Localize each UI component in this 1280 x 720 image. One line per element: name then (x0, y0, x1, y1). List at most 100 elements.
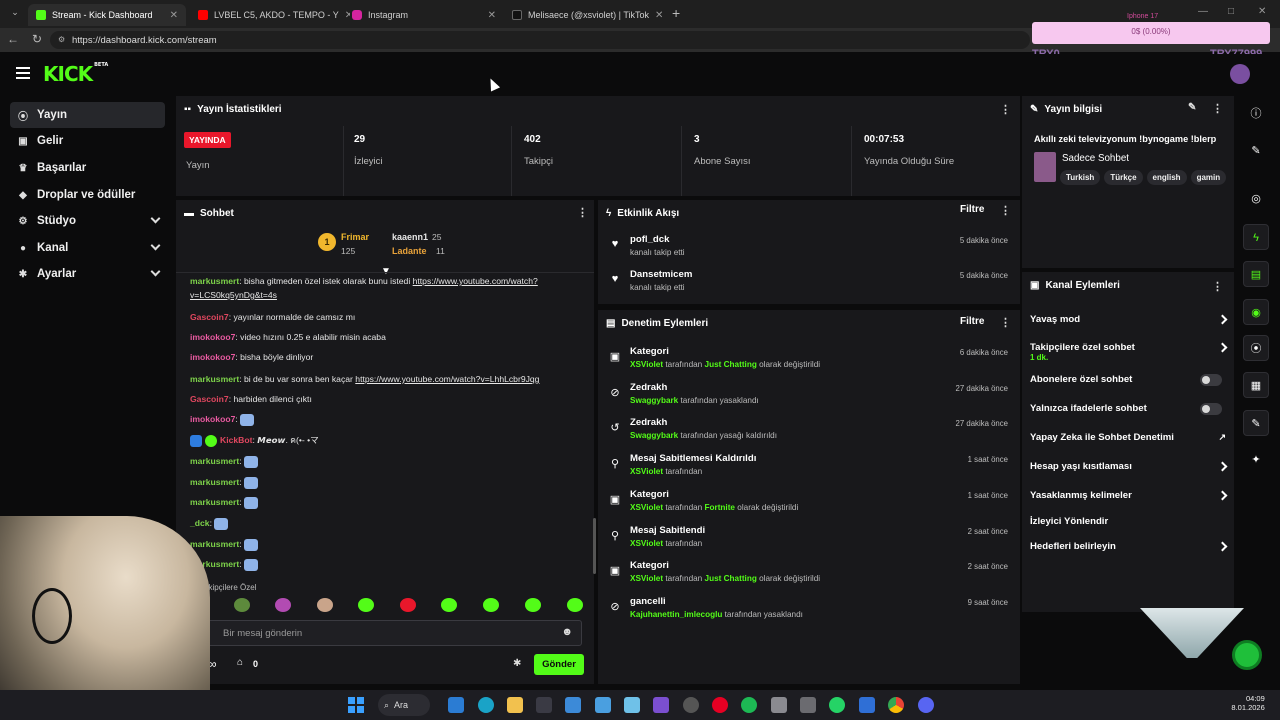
emote-button[interactable] (483, 598, 499, 612)
emote-button[interactable] (275, 598, 291, 612)
tab-instagram[interactable]: Instagram ✕ (344, 4, 504, 26)
moderation-actor[interactable]: Swaggybark (630, 396, 678, 405)
chat-username[interactable]: imokokoo7 (190, 332, 235, 342)
edge-icon[interactable] (478, 697, 494, 713)
tag[interactable]: gamin (1190, 170, 1227, 185)
whatsapp-icon[interactable] (829, 697, 845, 713)
activity-user[interactable]: Dansetmicem (630, 269, 692, 280)
windows-start-icon[interactable] (348, 697, 364, 713)
emote-button[interactable] (525, 598, 541, 612)
info-icon[interactable]: ⓘ (1243, 101, 1269, 127)
tab-tiktok[interactable]: Melisaece (@xsviolet) | TikTok ✕ (504, 4, 664, 26)
back-icon[interactable]: ← (2, 32, 24, 46)
chat-username[interactable]: KickBot (220, 435, 252, 445)
chat-username[interactable]: markusmert (190, 456, 239, 466)
chat-username[interactable]: _dck (190, 518, 210, 528)
channel-action-item[interactable]: İzleyici Yönlendir (1030, 516, 1226, 534)
obs-icon[interactable] (683, 697, 699, 713)
tag[interactable]: Türkçe (1104, 170, 1143, 185)
avatar[interactable] (1230, 64, 1250, 84)
pinterest-icon[interactable] (712, 697, 728, 713)
send-button[interactable]: Gönder (534, 654, 584, 675)
chat-link[interactable]: https://www.youtube.com/watch?v=LhhLcbr9… (355, 374, 539, 384)
tab-list-icon[interactable]: ⌄ (4, 7, 26, 18)
sidebar-item-revenue[interactable]: ▣ Gelir (10, 128, 165, 154)
chat-scrollbar[interactable] (593, 518, 596, 574)
more-options-icon[interactable]: ⋮ (577, 206, 588, 219)
file-explorer-icon[interactable] (507, 697, 523, 713)
app-icon[interactable] (800, 697, 816, 713)
app-icon[interactable] (859, 697, 875, 713)
spotify-icon[interactable] (741, 697, 757, 713)
tag[interactable]: english (1146, 170, 1187, 185)
edit-icon[interactable]: ✎ (1188, 102, 1196, 113)
channel-action-item[interactable]: Yalnızca ifadelerle sohbet (1030, 403, 1226, 421)
maximize-icon[interactable]: □ (1228, 6, 1234, 17)
moderation-actor[interactable]: XSViolet (630, 503, 663, 512)
moderation-actor[interactable]: XSViolet (630, 360, 663, 369)
chat-username[interactable]: markusmert (190, 276, 239, 286)
layout-icon[interactable]: ▦ (1243, 372, 1269, 398)
new-tab-icon[interactable]: + (672, 5, 680, 21)
chat-username[interactable]: Gascoin7 (190, 394, 229, 404)
filter-button[interactable]: Filtre (960, 204, 984, 215)
more-options-icon[interactable]: ⋮ (1000, 316, 1011, 329)
site-info-icon[interactable]: ⚙ (58, 35, 65, 44)
channel-action-item[interactable]: Hesap yaşı kısıtlaması (1030, 461, 1228, 479)
more-options-icon[interactable]: ⋮ (1212, 102, 1223, 115)
chat-message-input[interactable]: Bir mesaj gönderin ☻ (204, 620, 582, 646)
channel-action-item[interactable]: Abonelere özel sohbet (1030, 374, 1226, 392)
discord-icon[interactable] (918, 697, 934, 713)
chat-username[interactable]: imokokoo7 (190, 352, 235, 362)
taskbar-search[interactable]: ⌕ Ara (378, 694, 430, 716)
emoji-icon[interactable]: ☻ (561, 626, 573, 638)
sidebar-item-settings[interactable]: ✱ Ayarlar (10, 261, 165, 287)
moderation-actor[interactable]: XSViolet (630, 467, 663, 476)
sidebar-item-stream[interactable]: ⦿ Yayın (10, 102, 165, 128)
chat-username[interactable]: markusmert (190, 374, 239, 384)
toggle-switch[interactable] (1200, 374, 1222, 386)
widgets-icon[interactable]: ✦ (1243, 447, 1269, 473)
moderation-actor[interactable]: Kajuhanettin_imlecoglu (630, 610, 722, 619)
emote-button[interactable] (317, 598, 333, 612)
chat-username[interactable]: markusmert (190, 539, 239, 549)
emote-button[interactable] (567, 598, 583, 612)
wrench-icon[interactable]: ✎ (1243, 410, 1269, 436)
activity-user[interactable]: pofl_dck (630, 234, 669, 245)
sidebar-item-channel[interactable]: ● Kanal (10, 235, 165, 261)
chrome-icon[interactable] (888, 697, 904, 713)
category-name[interactable]: Sadece Sohbet (1062, 153, 1129, 164)
channel-action-item[interactable]: Yapay Zeka ile Sohbet Denetimi ↗ (1030, 432, 1226, 450)
chat-username[interactable]: markusmert (190, 497, 239, 507)
channel-action-item[interactable]: Takipçilere özel sohbet 1 dk. (1030, 342, 1228, 362)
clipboard-icon[interactable]: ▤ (1243, 261, 1269, 287)
tag[interactable]: Turkish (1060, 170, 1101, 185)
emote-button[interactable] (400, 598, 416, 612)
pencil-icon[interactable]: ✎ (1243, 138, 1269, 164)
leader-name[interactable]: Ladante (392, 246, 427, 256)
leader-name[interactable]: kaaenn1 (392, 232, 428, 242)
url-field[interactable]: ⚙ https://dashboard.kick.com/stream (50, 31, 1030, 49)
toggle-switch[interactable] (1200, 403, 1222, 415)
chat-username[interactable]: Gascoin7 (190, 312, 229, 322)
moderation-actor[interactable]: XSViolet (630, 539, 663, 548)
leader-name[interactable]: Frimar (341, 232, 369, 242)
kick-logo[interactable]: KICK BETA (43, 62, 108, 86)
more-options-icon[interactable]: ⋮ (1000, 204, 1011, 217)
sidebar-item-drops[interactable]: ◆ Droplar ve ödüller (10, 182, 165, 208)
close-window-icon[interactable]: ✕ (1258, 6, 1266, 17)
taskbar-clock[interactable]: 04:09 8.01.2026 (1231, 694, 1264, 712)
chat-settings-icon[interactable]: ✱ (513, 658, 521, 669)
bolt-icon[interactable]: ϟ (1243, 224, 1269, 250)
app-icon[interactable] (771, 697, 787, 713)
moderation-actor[interactable]: XSViolet (630, 574, 663, 583)
app-icon[interactable] (565, 697, 581, 713)
gift-points-icon[interactable]: ⌂ (237, 657, 243, 668)
channel-action-item[interactable]: Hedefleri belirleyin (1030, 541, 1228, 559)
visual-studio-icon[interactable] (653, 697, 669, 713)
photos-icon[interactable] (595, 697, 611, 713)
sidebar-item-studio[interactable]: ⚙ Stüdyo (10, 208, 165, 234)
channel-action-item[interactable]: Yasaklanmış kelimeler (1030, 490, 1228, 508)
more-options-icon[interactable]: ⋮ (1000, 103, 1011, 116)
minimize-icon[interactable]: — (1198, 6, 1208, 17)
